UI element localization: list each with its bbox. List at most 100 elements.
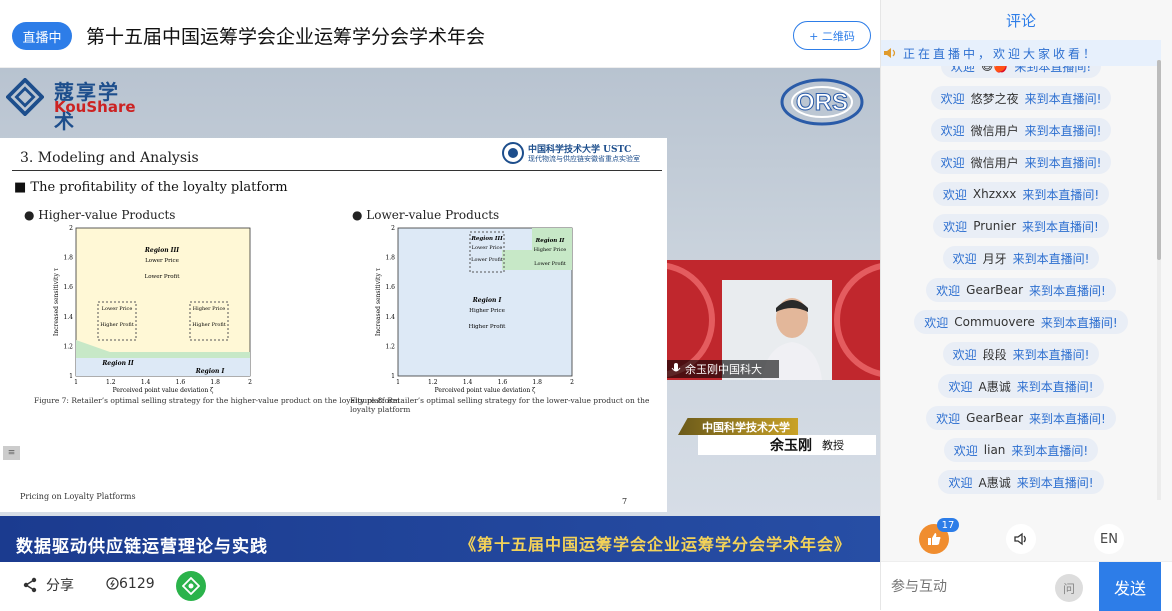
- comment-bubble: 欢迎 段段 来到本直播间!: [942, 342, 1100, 366]
- comment-user[interactable]: 月牙: [983, 250, 1007, 267]
- language-button[interactable]: EN: [1094, 524, 1124, 554]
- fig7-yticks: 1 1.2 1.4 1.6 1.8 2: [63, 225, 73, 380]
- comment-bubble: 欢迎 悠梦之夜 来到本直播间!: [930, 86, 1112, 110]
- live-badge: 直播中: [12, 22, 72, 50]
- header: 直播中 第十五届中国运筹学会企业运筹学分会学术年会 + 二维码: [0, 0, 880, 68]
- y-tick-label: 1.8: [63, 255, 73, 262]
- ask-question-button[interactable]: 问: [1055, 574, 1083, 602]
- comment-prefix: 欢迎: [936, 411, 961, 426]
- banner-right-text: 《第十五届中国运筹学会企业运筹学分会学术年会》: [460, 535, 852, 554]
- comment-user[interactable]: Prunier: [973, 219, 1016, 233]
- fig8-ylabel: Increased sensitivity τ: [375, 267, 382, 336]
- thumbs-up-icon: [928, 533, 941, 545]
- ors-logo-text: ORS: [796, 89, 848, 116]
- speaker-name-text: 余玉刚中国科大: [685, 363, 762, 376]
- video-stage[interactable]: 蔻享学术 KouShare ORS 3. Modeling and Analys…: [0, 68, 880, 518]
- comment-user[interactable]: A惠诚: [978, 474, 1010, 491]
- comment-item: 欢迎 GearBear 来到本直播间!: [881, 278, 1161, 302]
- comment-input[interactable]: [891, 578, 1041, 594]
- fig8-region2-l2: Lower Profit: [534, 261, 566, 267]
- views-icon: [106, 577, 119, 590]
- comment-suffix: 来到本直播间!: [1024, 123, 1102, 138]
- comment-prefix: 欢迎: [940, 91, 965, 106]
- comment-suffix: 来到本直播间!: [1029, 283, 1106, 298]
- comment-bubble: 欢迎 Xhzxxx 来到本直播间!: [932, 182, 1110, 206]
- comment-prefix: 欢迎: [940, 155, 965, 170]
- fig7-region3-l1: Lower Price: [145, 258, 179, 264]
- name-plate-role: 教授: [822, 439, 844, 452]
- comment-prefix: 欢迎: [924, 315, 949, 330]
- comment-bubble: 欢迎 微信用户 来到本直播间!: [930, 150, 1112, 174]
- volume-button[interactable]: [1006, 524, 1036, 554]
- fig7-xlabel: Perceived point value deviation ζ: [113, 387, 214, 394]
- comment-item: 欢迎 A惠诚 来到本直播间!: [881, 374, 1161, 398]
- figure-8-caption: Figure 8: Retailer’s optimal selling str…: [350, 396, 650, 414]
- y-tick-label: 1.8: [385, 255, 395, 262]
- comment-user[interactable]: A惠诚: [978, 378, 1010, 395]
- comment-bubble: 欢迎 GearBear 来到本直播间!: [926, 278, 1116, 302]
- fig8-region3-l2: Lower Profit: [471, 257, 503, 263]
- fig8-region2: Region II: [535, 238, 565, 244]
- comment-user[interactable]: GearBear: [966, 283, 1023, 297]
- ors-logo: ORS: [780, 78, 864, 126]
- comment-user[interactable]: Commuovere: [954, 315, 1035, 329]
- comment-user[interactable]: lian: [984, 443, 1006, 457]
- comment-item: 欢迎 段段 来到本直播间!: [881, 342, 1161, 366]
- y-tick-label: 2: [69, 225, 73, 232]
- share-button[interactable]: 分享: [22, 575, 74, 595]
- comments-list[interactable]: 欢迎 😃🍎 来到本直播间! 欢迎 悠梦之夜 来到本直播间! 欢迎 微信用户 来到本直播间! 欢迎微…: [881, 52, 1161, 497]
- view-count: 6129: [106, 576, 155, 592]
- send-button[interactable]: 发送: [1099, 562, 1161, 611]
- slide-page-number: 7: [622, 497, 628, 506]
- comments-scroll-thumb[interactable]: [1157, 60, 1161, 260]
- name-plate-name: 余玉刚: [770, 438, 812, 454]
- comment-prefix: 欢迎: [942, 187, 967, 202]
- name-plate-body: 余玉刚 教授: [698, 435, 876, 455]
- slide-heading: 3. Modeling and Analysis: [20, 150, 199, 166]
- x-tick-label: 2: [570, 379, 574, 386]
- comments-panel: 评论 欢迎 😃🍎 来到本直播间! 欢迎 悠梦之夜 来到本直播间! 欢迎 微信用户 来到本直播间!…: [880, 0, 1172, 611]
- qr-code-button[interactable]: + 二维码: [793, 21, 871, 50]
- koushare-logo: 蔻享学术 KouShare: [4, 74, 136, 133]
- slide-menu-icon[interactable]: ≡: [3, 446, 20, 460]
- comment-user[interactable]: 微信用户: [971, 154, 1019, 171]
- x-tick-label: 1.2: [106, 379, 116, 386]
- slide-bullet-text: The profitability of the loyalty platfor…: [30, 180, 288, 195]
- comments-tab[interactable]: 评论: [881, 10, 1161, 31]
- microphone-icon: [671, 363, 681, 372]
- comment-user[interactable]: 段段: [983, 346, 1007, 363]
- comment-prefix: 欢迎: [952, 347, 977, 362]
- comment-user[interactable]: GearBear: [966, 411, 1023, 425]
- slide-bullet: ■ The profitability of the loyalty platf…: [14, 180, 288, 195]
- y-tick-label: 1.2: [385, 343, 395, 350]
- comment-item: 欢迎 A惠诚 来到本直播间!: [881, 470, 1161, 494]
- fig8-xticks: 1 1.2 1.4 1.6 1.8 2: [396, 379, 574, 386]
- right-subtitle: ● Lower-value Products: [352, 208, 500, 222]
- comment-item: 欢迎 Prunier 来到本直播间!: [881, 214, 1161, 238]
- ustc-logo: 中国科学技术大学 USTC 现代物流与供应链安徽省重点实验室: [502, 140, 662, 166]
- comment-bubble: 欢迎 lian 来到本直播间!: [943, 438, 1099, 462]
- x-tick-label: 1: [396, 379, 400, 386]
- comment-bubble: 欢迎 微信用户 来到本直播间!: [930, 118, 1112, 142]
- event-banner: 数据驱动供应链运营理论与实践 《第十五届中国运筹学会企业运筹学分会学术年会》: [0, 516, 880, 562]
- comment-suffix: 来到本直播间!: [1024, 91, 1102, 106]
- comment-user[interactable]: 悠梦之夜: [971, 90, 1019, 107]
- name-plate-org: 中国科学技术大学: [678, 418, 798, 435]
- comment-prefix: 欢迎: [936, 283, 961, 298]
- fig8-region1-l2: Higher Profit: [469, 324, 507, 330]
- comment-prefix: 欢迎: [948, 379, 973, 394]
- y-tick-label: 1.6: [385, 284, 395, 291]
- comment-user[interactable]: Xhzxxx: [973, 187, 1016, 201]
- gift-button[interactable]: [176, 571, 206, 601]
- koushare-logo-icon: [6, 78, 44, 116]
- diamond-icon: [182, 577, 200, 595]
- comment-user[interactable]: 微信用户: [971, 122, 1019, 139]
- comment-item: 欢迎 微信用户 来到本直播间!: [881, 150, 1161, 174]
- figure-7-plot: Region III Lower Price Lower Profit Lowe…: [53, 225, 252, 394]
- presentation-slide: 3. Modeling and Analysis 中国科学技术大学 USTC 现…: [0, 138, 667, 512]
- comment-suffix: 来到本直播间!: [1022, 187, 1100, 202]
- x-tick-label: 1.4: [141, 379, 151, 386]
- left-subtitle-text: Higher-value Products: [38, 208, 176, 222]
- fig8-yticks: 1 1.2 1.4 1.6 1.8 2: [385, 225, 395, 380]
- comment-suffix: 来到本直播间!: [1012, 251, 1090, 266]
